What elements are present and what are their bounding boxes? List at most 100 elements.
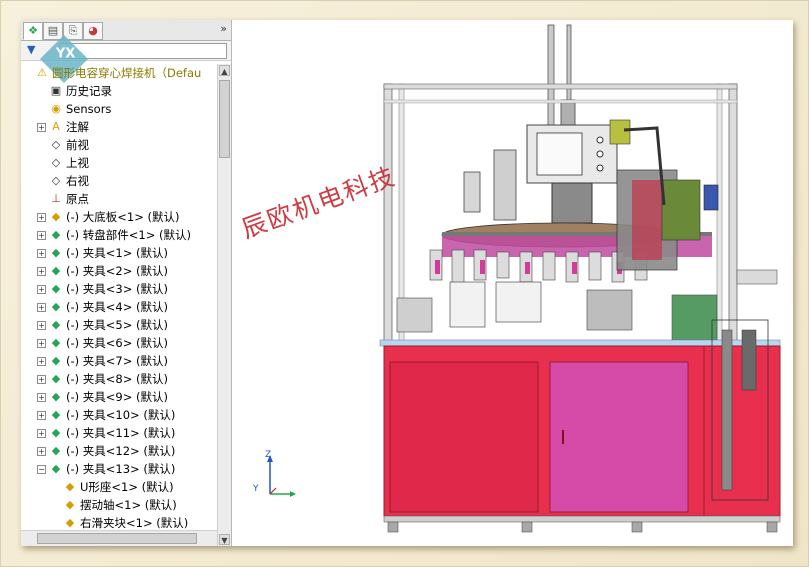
tree-root-assembly[interactable]: ⚠ 圆形电容穿心焊接机（Defau	[21, 64, 217, 82]
tree-item[interactable]: − ◆ (-) 夹具<13> (默认)	[21, 460, 217, 478]
horizontal-scroll-thumb[interactable]	[37, 533, 197, 544]
tree-expander-icon[interactable]: +	[37, 447, 46, 456]
tree-item-icon: ◇	[51, 156, 61, 169]
tree-item-label: U形座<1> (默认)	[80, 480, 174, 494]
solidworks-window: ❖ ▤ ⎘ ◕ » ▼ YX ⚠ 圆形电容穿心焊接机（Defau ▣ 历史记录 ◉ Sen…	[21, 20, 793, 546]
tree-item-label: 右视	[66, 174, 89, 188]
display-manager-tab[interactable]: ◕	[83, 22, 103, 40]
tree-item-icon: ◆	[51, 264, 61, 277]
tree-expander-icon[interactable]: +	[37, 303, 46, 312]
feature-tree: ⚠ 圆形电容穿心焊接机（Defau ▣ 历史记录 ◉ Sensors + A 注解 ◇ 前视 ◇ 上视 ◇…	[21, 64, 217, 544]
more-tabs-button[interactable]: »	[220, 22, 227, 35]
tree-item-label: (-) 夹具<6> (默认)	[66, 336, 168, 350]
tree-item-label: (-) 夹具<5> (默认)	[66, 318, 168, 332]
tree-expander-icon[interactable]: +	[37, 231, 46, 240]
tree-item[interactable]: ◆ 摆动轴<1> (默认)	[21, 496, 217, 514]
tree-item-icon: ◆	[51, 228, 61, 241]
tree-item-label: (-) 夹具<12> (默认)	[66, 444, 176, 458]
tree-item-label: (-) 夹具<1> (默认)	[66, 246, 168, 260]
tree-item[interactable]: ◇ 右视	[21, 172, 217, 190]
tree-expander-icon[interactable]: +	[37, 285, 46, 294]
tree-vertical-scrollbar[interactable]: ▲ ▼	[217, 64, 231, 546]
photo-frame: ❖ ▤ ⎘ ◕ » ▼ YX ⚠ 圆形电容穿心焊接机（Defau ▣ 历史记录 ◉ Sen…	[0, 0, 809, 567]
tree-item-icon: ⚠	[37, 66, 47, 79]
tree-item[interactable]: + A 注解	[21, 118, 217, 136]
tree-expander-icon[interactable]: −	[37, 465, 46, 474]
scroll-down-arrow-icon[interactable]: ▼	[219, 534, 230, 545]
tree-item-label: (-) 夹具<8> (默认)	[66, 372, 168, 386]
scroll-thumb[interactable]	[219, 80, 230, 158]
tree-horizontal-scrollbar[interactable]	[21, 530, 217, 546]
tree-expander-icon[interactable]: +	[37, 339, 46, 348]
tree-item[interactable]: ◉ Sensors	[21, 100, 217, 118]
tree-item-icon: ◆	[51, 354, 61, 367]
tree-expander-icon[interactable]: +	[37, 375, 46, 384]
tree-item-icon: ◆	[51, 246, 61, 259]
tree-item[interactable]: + ◆ (-) 夹具<11> (默认)	[21, 424, 217, 442]
tree-expander-icon[interactable]: +	[37, 123, 46, 132]
tree-item[interactable]: ◇ 前视	[21, 136, 217, 154]
tree-item-icon: ◇	[51, 138, 61, 151]
tree-item[interactable]: + ◆ (-) 夹具<7> (默认)	[21, 352, 217, 370]
scroll-up-arrow-icon[interactable]: ▲	[219, 65, 230, 76]
feature-manager-panel: ❖ ▤ ⎘ ◕ » ▼ YX ⚠ 圆形电容穿心焊接机（Defau ▣ 历史记录 ◉ Sen…	[21, 20, 232, 546]
tree-item-label: (-) 夹具<4> (默认)	[66, 300, 168, 314]
panel-tabbar: ❖ ▤ ⎘ ◕ »	[21, 20, 231, 41]
tree-item-icon: ◆	[51, 390, 61, 403]
tree-expander-icon[interactable]: +	[37, 393, 46, 402]
tree-expander-icon[interactable]: +	[37, 321, 46, 330]
tree-item[interactable]: + ◆ (-) 夹具<6> (默认)	[21, 334, 217, 352]
tree-item-label: Sensors	[66, 102, 112, 116]
tree-item[interactable]: + ◆ (-) 夹具<2> (默认)	[21, 262, 217, 280]
tree-item-label: 注解	[66, 120, 89, 134]
graphics-viewport[interactable]: 辰欧机电科技 Z Y	[232, 20, 793, 546]
tree-item-label: 历史记录	[66, 84, 112, 98]
tree-item-icon: ◆	[51, 372, 61, 385]
tree-item[interactable]: + ◆ (-) 夹具<10> (默认)	[21, 406, 217, 424]
tree-item[interactable]: ◇ 上视	[21, 154, 217, 172]
tree-item-icon: ◆	[51, 444, 61, 457]
feature-manager-tab[interactable]: ❖	[23, 22, 43, 40]
tree-item-label: (-) 夹具<13> (默认)	[66, 462, 176, 476]
tree-item[interactable]: + ◆ (-) 夹具<9> (默认)	[21, 388, 217, 406]
tree-expander-icon[interactable]: +	[37, 213, 46, 222]
tree-item-icon: ◆	[51, 462, 61, 475]
feature-tree-icon: ❖	[28, 24, 38, 37]
tree-item[interactable]: + ◆ (-) 夹具<8> (默认)	[21, 370, 217, 388]
coordinate-triad: Z Y	[253, 450, 316, 500]
logo-text: YX	[55, 46, 76, 62]
tree-item[interactable]: ⊥ 原点	[21, 190, 217, 208]
tree-expander-icon[interactable]: +	[37, 357, 46, 366]
tree-item-icon: A	[52, 120, 60, 133]
tree-item[interactable]: ◆ U形座<1> (默认)	[21, 478, 217, 496]
property-list-icon: ▤	[47, 24, 59, 37]
tree-expander-icon[interactable]: +	[37, 411, 46, 420]
tree-expander-icon[interactable]: +	[37, 267, 46, 276]
z-axis-label: Z	[265, 450, 272, 460]
tree-item-icon: ◆	[65, 498, 75, 511]
tree-item-icon: ◆	[51, 282, 61, 295]
tree-item-icon: ⊥	[51, 192, 61, 205]
tree-item[interactable]: + ◆ (-) 夹具<3> (默认)	[21, 280, 217, 298]
tree-item-label: (-) 夹具<7> (默认)	[66, 354, 168, 368]
tree-item-label: (-) 夹具<3> (默认)	[66, 282, 168, 296]
filter-icon[interactable]: ▼	[27, 43, 35, 56]
tree-item[interactable]: + ◆ (-) 转盘部件<1> (默认)	[21, 226, 217, 244]
tree-item-label: (-) 夹具<2> (默认)	[66, 264, 168, 278]
tree-item-label: (-) 大底板<1> (默认)	[66, 210, 180, 224]
tree-item-icon: ◉	[51, 102, 61, 115]
tree-item-label: 圆形电容穿心焊接机（Defau	[52, 66, 202, 80]
tree-item[interactable]: ▣ 历史记录	[21, 82, 217, 100]
tree-item[interactable]: + ◆ (-) 大底板<1> (默认)	[21, 208, 217, 226]
tree-item[interactable]: + ◆ (-) 夹具<5> (默认)	[21, 316, 217, 334]
tree-expander-icon[interactable]: +	[37, 429, 46, 438]
tree-expander-icon[interactable]: +	[37, 249, 46, 258]
tree-item[interactable]: + ◆ (-) 夹具<1> (默认)	[21, 244, 217, 262]
tree-item-icon: ▣	[50, 84, 62, 97]
tree-item-icon: ◆	[51, 336, 61, 349]
tree-item-icon: ◆	[51, 426, 61, 439]
tree-item[interactable]: + ◆ (-) 夹具<4> (默认)	[21, 298, 217, 316]
tree-item[interactable]: + ◆ (-) 夹具<12> (默认)	[21, 442, 217, 460]
tree-item-icon: ◆	[51, 300, 61, 313]
tree-item-label: 原点	[66, 192, 89, 206]
